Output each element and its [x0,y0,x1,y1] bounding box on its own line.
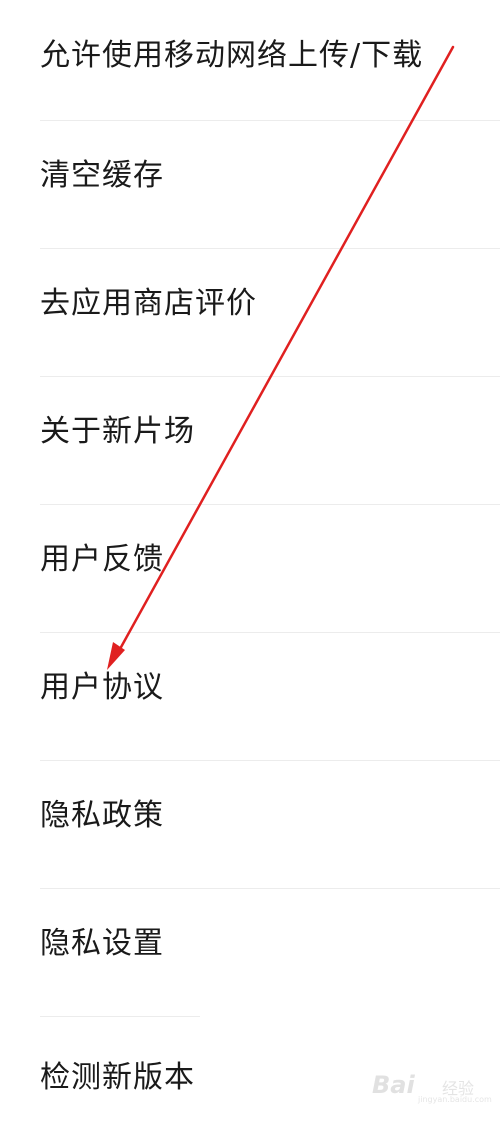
settings-list: 允许使用移动网络上传/下载 清空缓存 去应用商店评价 关于新片场 用户反馈 用户… [0,0,500,1113]
setting-about[interactable]: 关于新片场 [0,376,500,504]
setting-label: 隐私设置 [40,926,164,961]
watermark-brand: Bai [372,1071,415,1099]
setting-rate-in-app-store[interactable]: 去应用商店评价 [0,248,500,376]
watermark-url: jingyan.baidu.com [418,1095,492,1104]
baidu-jingyan-watermark: Bai 经验 jingyan.baidu.com [372,1067,492,1107]
setting-label: 关于新片场 [40,414,195,449]
setting-label: 允许使用移动网络上传/下载 [40,38,424,73]
setting-label: 隐私政策 [40,798,164,833]
setting-mobile-network-transfer[interactable]: 允许使用移动网络上传/下载 [0,0,500,128]
setting-label: 检测新版本 [40,1060,195,1095]
setting-clear-cache[interactable]: 清空缓存 [0,120,500,248]
setting-user-agreement[interactable]: 用户协议 [0,632,500,760]
setting-label: 去应用商店评价 [40,286,257,321]
setting-label: 清空缓存 [40,158,164,193]
setting-privacy-policy[interactable]: 隐私政策 [0,760,500,888]
setting-label: 用户协议 [40,670,164,705]
setting-label: 用户反馈 [40,542,164,577]
setting-privacy-settings[interactable]: 隐私设置 [0,888,500,1016]
setting-user-feedback[interactable]: 用户反馈 [0,504,500,632]
